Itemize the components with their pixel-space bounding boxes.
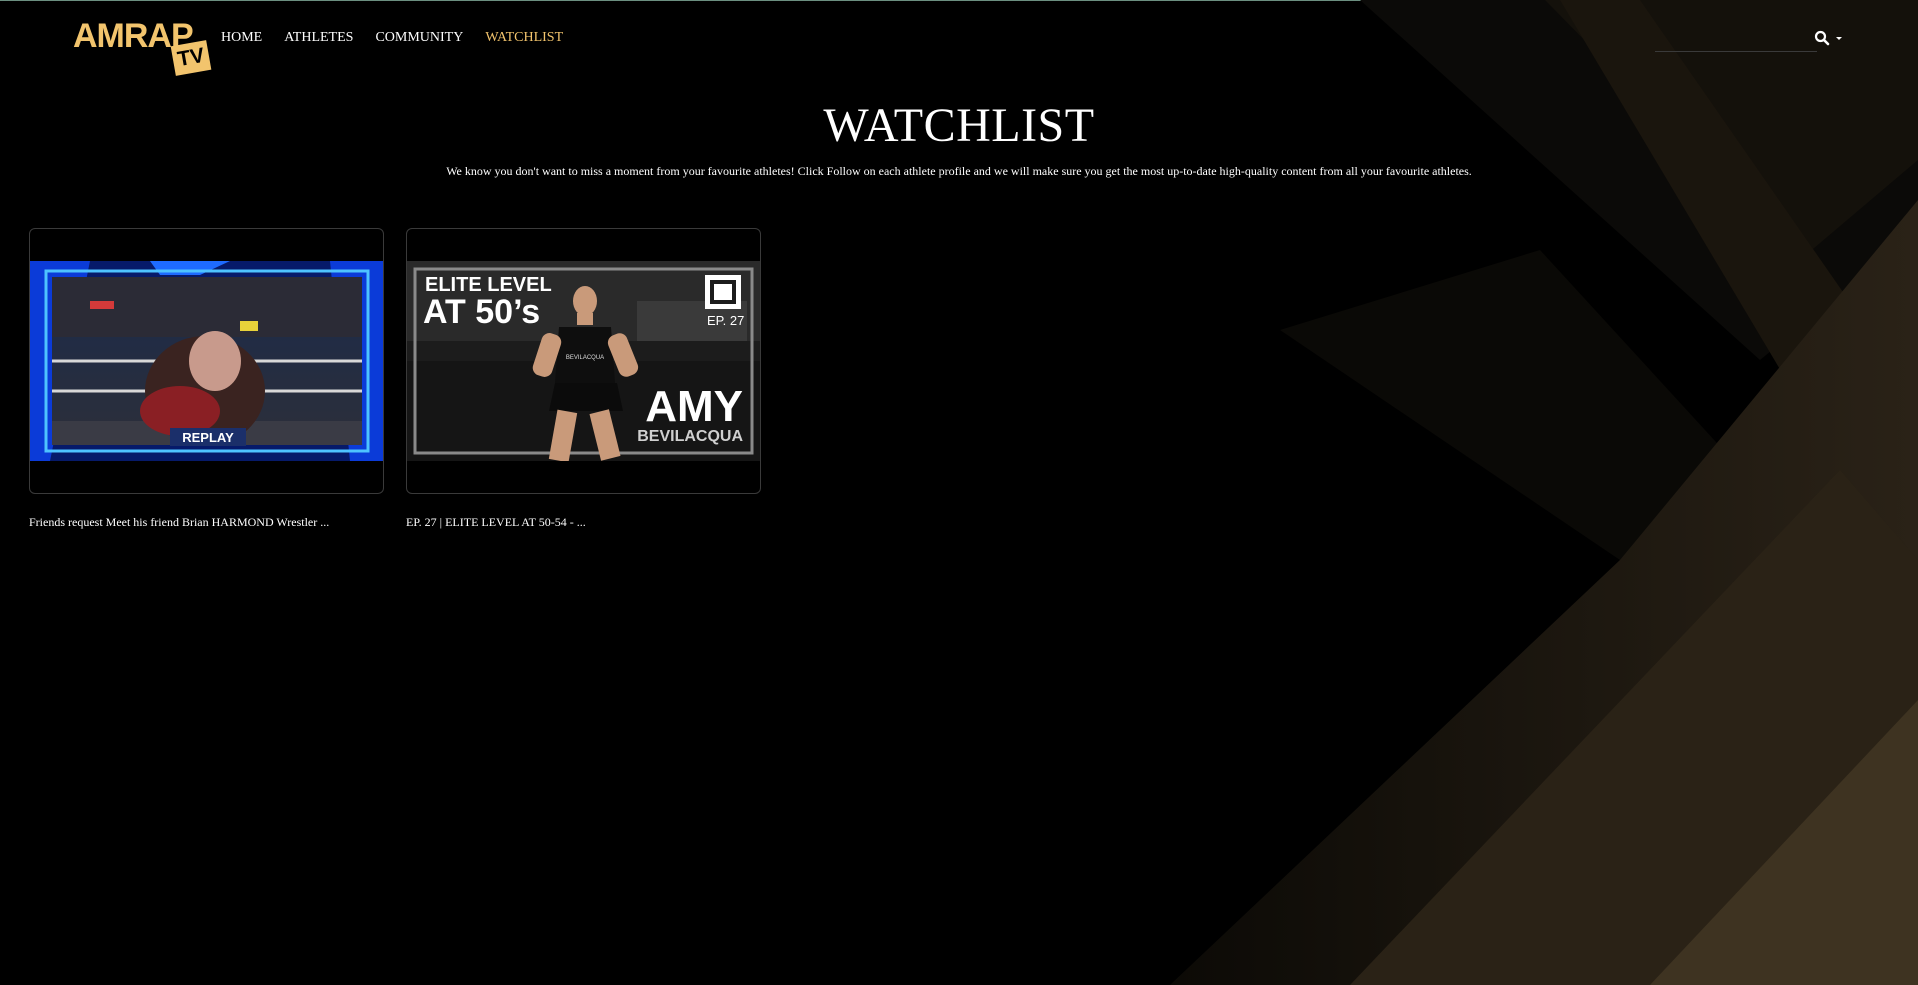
nav-item-watchlist[interactable]: WATCHLIST <box>485 29 563 47</box>
video-thumbnail: ELITE LEVEL AT 50’s EP. 27 BEVILACQUA AM… <box>407 261 760 461</box>
video-thumbnail: REPLAY <box>30 261 383 461</box>
search-box <box>1655 24 1817 52</box>
video-title[interactable]: Friends request Meet his friend Brian HA… <box>29 514 384 530</box>
page-title: WATCHLIST <box>823 99 1095 152</box>
thumbnail-name-first: AMY <box>645 382 743 431</box>
top-navbar: AMRAP TV HOME ATHLETES COMMUNITY WATCHLI… <box>0 0 1918 76</box>
video-thumbnail-frame[interactable]: ELITE LEVEL AT 50’s EP. 27 BEVILACQUA AM… <box>406 228 761 494</box>
search-input[interactable] <box>1655 24 1817 51</box>
thumbnail-heading-2: AT 50’s <box>423 293 540 331</box>
nav-item-home[interactable]: HOME <box>221 29 262 47</box>
search-dropdown-button[interactable] <box>1814 29 1848 47</box>
video-grid: REPLAY Friends request Meet his friend B… <box>29 228 761 530</box>
thumbnail-episode: EP. 27 <box>707 313 744 328</box>
nav-item-athletes[interactable]: ATHLETES <box>284 29 353 47</box>
video-thumbnail-frame[interactable]: REPLAY <box>29 228 384 494</box>
caret-down-icon <box>1836 36 1842 40</box>
logo-badge: TV <box>170 40 212 76</box>
search-icon <box>1814 30 1830 46</box>
amrap-tv-logo[interactable]: AMRAP TV <box>73 17 212 76</box>
thumbnail-shirt-text: BEVILACQUA <box>566 355 604 361</box>
thumbnail-name-last: BEVILACQUA <box>637 428 743 445</box>
thumbnail-replay-label: REPLAY <box>182 430 234 445</box>
video-card[interactable]: ELITE LEVEL AT 50’s EP. 27 BEVILACQUA AM… <box>406 228 761 530</box>
video-title[interactable]: EP. 27 | ELITE LEVEL AT 50-54 - ... <box>406 514 761 530</box>
page-subtitle: We know you don't want to miss a moment … <box>446 164 1472 178</box>
video-card[interactable]: REPLAY Friends request Meet his friend B… <box>29 228 384 530</box>
main-nav: HOME ATHLETES COMMUNITY WATCHLIST <box>221 29 585 47</box>
main-content: WATCHLIST We know you don't want to miss… <box>0 76 1918 529</box>
nav-item-community[interactable]: COMMUNITY <box>375 29 463 47</box>
